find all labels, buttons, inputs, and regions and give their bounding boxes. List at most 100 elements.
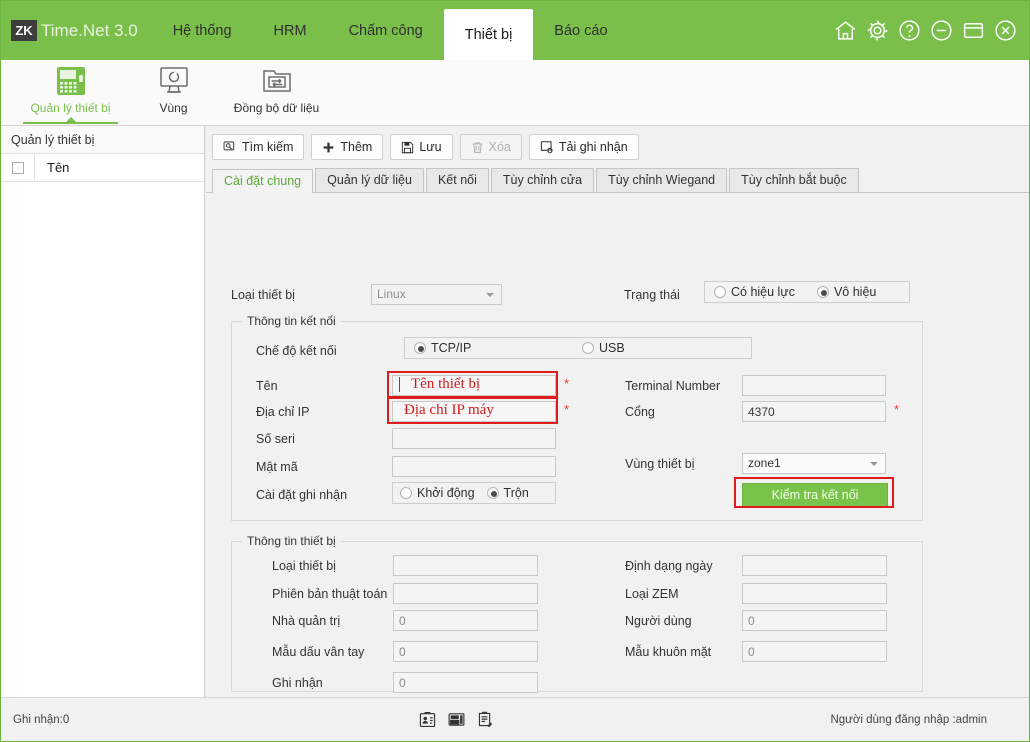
- action-toolbar: Tìm kiếm Thêm Lưu: [206, 126, 1029, 168]
- status-bar: Ghi nhận:0 Người d: [1, 697, 1029, 741]
- status-option-co-hieu-luc[interactable]: Có hiệu lực: [714, 285, 795, 299]
- name-required-marker: *: [564, 376, 569, 391]
- password-input[interactable]: [392, 456, 556, 477]
- menu-item-hrm[interactable]: HRM: [253, 1, 328, 60]
- download-records-icon: [540, 140, 554, 154]
- ribbon-item-device-manage[interactable]: Quản lý thiết bị: [19, 60, 122, 124]
- close-icon[interactable]: [993, 18, 1018, 43]
- radio-dot: [400, 487, 412, 499]
- home-icon[interactable]: [833, 18, 858, 43]
- ribbon-item-zone[interactable]: Vùng: [122, 60, 225, 124]
- select-all-cell[interactable]: [1, 154, 35, 182]
- status-records-count: Ghi nhận:0: [1, 714, 69, 726]
- connection-group-title: Thông tin kết nối: [242, 314, 341, 328]
- info-device-type-input: [393, 555, 538, 576]
- status-option-label: Vô hiệu: [834, 285, 876, 299]
- ribbon-item-data-sync[interactable]: Đồng bộ dữ liệu: [225, 60, 328, 124]
- help-icon[interactable]: [897, 18, 922, 43]
- radio-dot-selected: [487, 487, 499, 499]
- active-caret: [66, 117, 76, 122]
- connection-info-group: Thông tin kết nối Chế độ kết nối TCP/IP …: [231, 321, 923, 521]
- device-info-group: Thông tin thiết bị Loại thiết bị Phiên b…: [231, 541, 923, 692]
- tab-cai-dat-chung[interactable]: Cài đặt chung: [212, 169, 313, 193]
- device-type-select[interactable]: Linux: [371, 284, 502, 305]
- minimize-icon[interactable]: [929, 18, 954, 43]
- info-device-type-label: Loại thiết bị: [272, 559, 336, 573]
- tab-tuy-chinh-wiegand[interactable]: Tùy chỉnh Wiegand: [596, 168, 727, 192]
- general-settings-pane: Loại thiết bị Linux Trạng thái Có hiệu l…: [206, 193, 1029, 698]
- annotation-text-ip: Địa chỉ IP máy: [404, 402, 494, 419]
- trash-icon: [471, 141, 484, 154]
- settings-tabbar: Cài đặt chung Quản lý dữ liệu Kết nối Tù…: [206, 168, 1029, 193]
- main-menu: Hệ thống HRM Chấm công Thiết bị Báo cáo: [152, 1, 629, 60]
- port-input[interactable]: [742, 401, 886, 422]
- connection-mode-option-usb[interactable]: USB: [582, 341, 625, 355]
- menu-item-thiet-bi[interactable]: Thiết bị: [444, 9, 534, 60]
- main-content: Tìm kiếm Thêm Lưu: [206, 126, 1029, 698]
- plus-icon: [322, 141, 335, 154]
- select-all-checkbox[interactable]: [12, 162, 24, 174]
- column-header-name[interactable]: Tên: [35, 160, 69, 175]
- zone-select[interactable]: zone1: [742, 453, 886, 474]
- device-type-label: Loại thiết bị: [231, 288, 295, 302]
- info-fingerprint-input: [393, 641, 538, 662]
- terminal-number-input[interactable]: [742, 375, 886, 396]
- status-logged-in-user: Người dùng đăng nhập :admin: [830, 714, 987, 726]
- info-users-label: Người dùng: [625, 614, 692, 628]
- info-fingerprint-label: Mẫu dấu vân tay: [272, 645, 364, 659]
- menu-item-bao-cao[interactable]: Báo cáo: [533, 1, 628, 60]
- annotation-text-name: Tên thiết bị: [411, 376, 480, 393]
- tab-tuy-chinh-bat-buoc[interactable]: Tùy chỉnh bắt buộc: [729, 168, 859, 192]
- info-date-format-input: [742, 555, 887, 576]
- delete-button[interactable]: Xóa: [460, 134, 522, 160]
- log-setting-option-khoi-dong[interactable]: Khởi động: [400, 486, 475, 500]
- status-option-vo-hieu[interactable]: Vô hiệu: [817, 285, 876, 299]
- maximize-icon[interactable]: [961, 18, 986, 43]
- search-button-label: Tìm kiếm: [242, 140, 293, 154]
- clipboard-edit-icon[interactable]: [477, 711, 494, 728]
- tab-ket-noi[interactable]: Kết nối: [426, 168, 489, 192]
- terminal-device-icon[interactable]: [448, 711, 465, 728]
- ribbon-label-zone: Vùng: [159, 101, 187, 115]
- log-setting-option-label: Khởi động: [417, 486, 475, 500]
- device-name-label: Tên: [256, 379, 278, 393]
- ribbon-toolbar: Quản lý thiết bị Vùng: [1, 60, 1029, 126]
- connection-mode-label: Chế độ kết nối: [256, 344, 337, 358]
- save-button[interactable]: Lưu: [390, 134, 452, 160]
- radio-dot-selected: [414, 342, 426, 354]
- info-users-input: [742, 610, 887, 631]
- tab-quan-ly-du-lieu[interactable]: Quản lý dữ liệu: [315, 168, 424, 192]
- add-button[interactable]: Thêm: [311, 134, 383, 160]
- log-setting-option-tron[interactable]: Trộn: [487, 486, 529, 500]
- info-records-input: [393, 672, 538, 693]
- ip-required-marker: *: [564, 402, 569, 417]
- radio-dot: [714, 286, 726, 298]
- download-records-button[interactable]: Tải ghi nhận: [529, 134, 639, 160]
- radio-dot-selected: [817, 286, 829, 298]
- zone-label: Vùng thiết bị: [625, 457, 695, 471]
- zk-logo-icon: ZK: [11, 20, 37, 41]
- menu-item-cham-cong[interactable]: Chấm công: [328, 1, 444, 60]
- data-sync-icon: [260, 64, 294, 98]
- status-radio-group: Có hiệu lực Vô hiệu: [704, 281, 910, 303]
- connection-mode-option-label: USB: [599, 341, 625, 355]
- log-setting-radio-group: Khởi động Trộn: [392, 482, 556, 504]
- serial-input[interactable]: [392, 428, 556, 449]
- zone-monitor-icon: [157, 64, 191, 98]
- delete-button-label: Xóa: [489, 140, 511, 154]
- device-list-header: Tên: [1, 154, 204, 182]
- status-option-label: Có hiệu lực: [731, 285, 795, 299]
- ip-address-label: Địa chỉ IP: [256, 405, 310, 419]
- test-connection-button[interactable]: Kiểm tra kết nối: [742, 483, 888, 507]
- info-admin-input: [393, 610, 538, 631]
- tab-tuy-chinh-cua[interactable]: Tùy chỉnh cửa: [491, 168, 594, 192]
- left-panel-title: Quản lý thiết bị: [1, 126, 204, 154]
- application-window: ZK Time.Net 3.0 Hệ thống HRM Chấm công T…: [0, 0, 1030, 742]
- connection-mode-option-tcpip[interactable]: TCP/IP: [414, 341, 582, 355]
- gear-icon[interactable]: [865, 18, 890, 43]
- search-button[interactable]: Tìm kiếm: [212, 134, 304, 160]
- ribbon-label-device-manage: Quản lý thiết bị: [30, 101, 110, 115]
- port-label: Cổng: [625, 405, 655, 419]
- menu-item-he-thong[interactable]: Hệ thống: [152, 1, 253, 60]
- id-card-icon[interactable]: [419, 711, 436, 728]
